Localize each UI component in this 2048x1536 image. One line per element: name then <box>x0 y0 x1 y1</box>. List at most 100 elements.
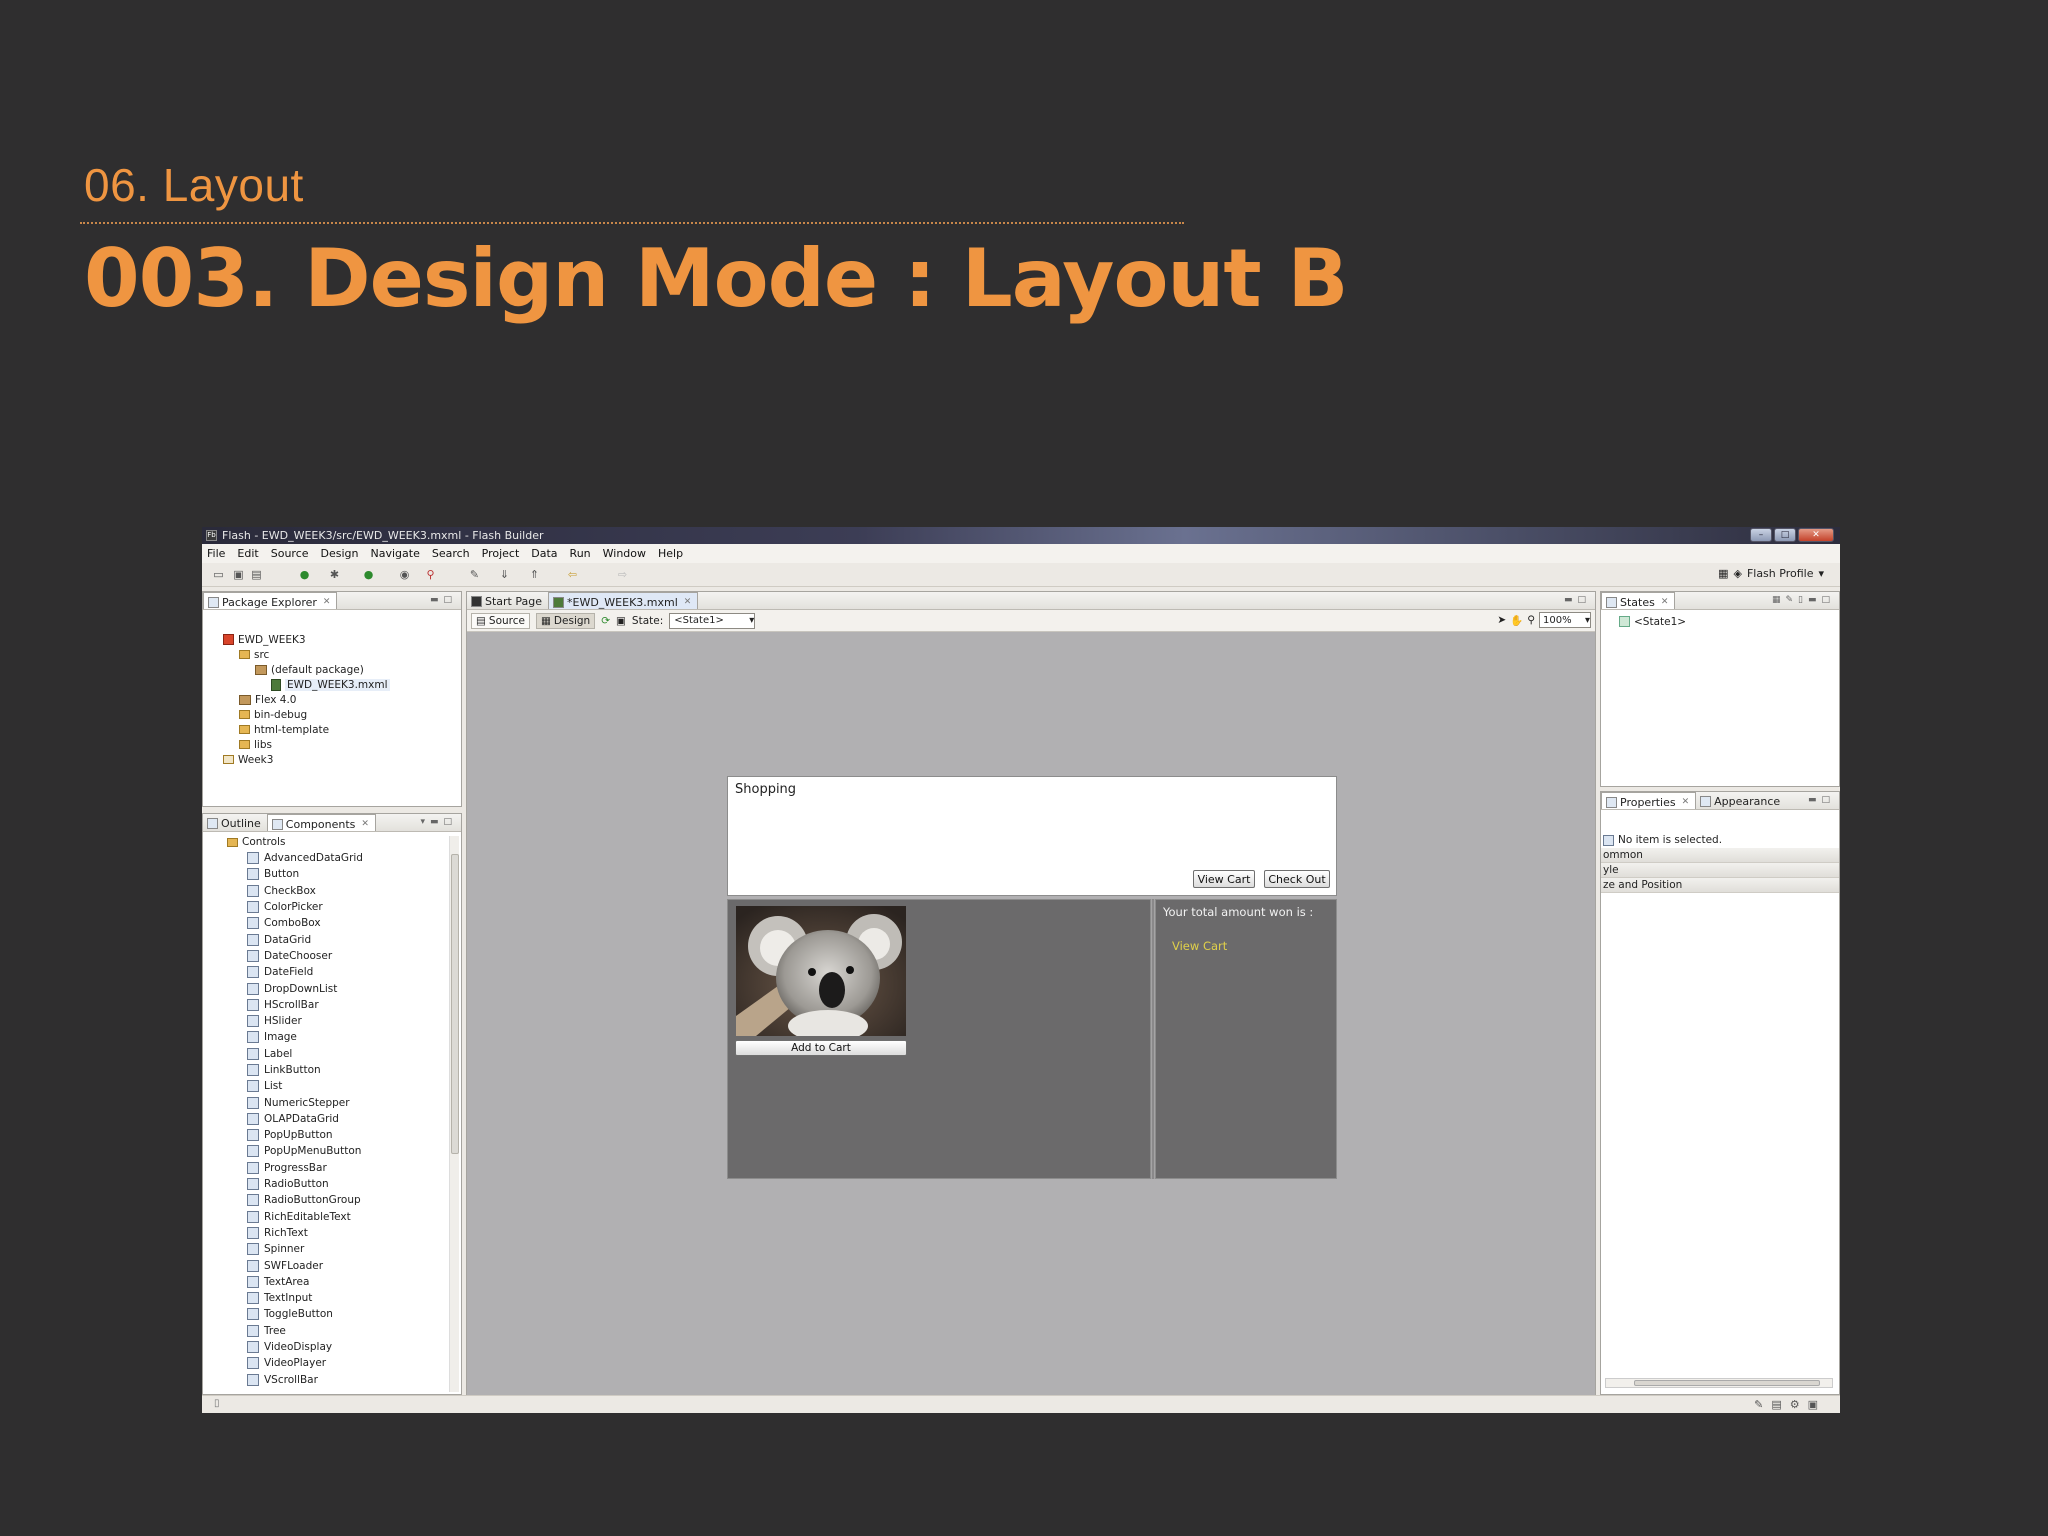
panel-minmax-controls[interactable]: ▬□ <box>430 595 457 605</box>
view-cart-link[interactable]: View Cart <box>1172 939 1227 953</box>
close-icon[interactable]: ✕ <box>361 819 369 829</box>
components-group-controls[interactable]: Controls <box>203 834 447 850</box>
section-size-and-position[interactable]: ze and Position <box>1601 878 1839 893</box>
tree-item[interactable]: src <box>203 647 461 662</box>
new-icon[interactable]: ▭ <box>212 568 225 581</box>
component-item[interactable]: DataGrid <box>203 931 447 947</box>
component-item[interactable]: HSlider <box>203 1013 447 1029</box>
cart-panel[interactable]: Your total amount won is : View Cart <box>1155 899 1337 1179</box>
component-item[interactable]: RadioButtonGroup <box>203 1192 447 1208</box>
section-style[interactable]: yle <box>1601 863 1839 878</box>
close-icon[interactable]: ✕ <box>1682 797 1690 807</box>
component-item[interactable]: SWFLoader <box>203 1257 447 1273</box>
tree-item[interactable]: html-template <box>203 722 461 737</box>
component-item[interactable]: DateField <box>203 964 447 980</box>
tab-package-explorer[interactable]: Package Explorer ✕ <box>203 592 338 609</box>
tree-item[interactable]: Week3 <box>203 752 461 767</box>
view-cart-button[interactable]: View Cart <box>1193 870 1255 888</box>
component-item[interactable]: DateChooser <box>203 948 447 964</box>
component-item[interactable]: Image <box>203 1029 447 1045</box>
source-mode-button[interactable]: ▤ Source <box>471 612 530 629</box>
back-icon[interactable]: ⇦ <box>566 568 579 581</box>
component-item[interactable]: VideoPlayer <box>203 1355 447 1371</box>
tab-appearance[interactable]: Appearance <box>1696 792 1786 809</box>
component-item[interactable]: TextInput <box>203 1290 447 1306</box>
select-tool-icon[interactable]: ➤ <box>1497 614 1506 626</box>
design-settings-icon[interactable]: ▣ <box>616 615 626 627</box>
check-out-button[interactable]: Check Out <box>1264 870 1330 888</box>
component-item[interactable]: PopUpButton <box>203 1127 447 1143</box>
state-item[interactable]: <State1> <box>1619 614 1839 629</box>
tree-item[interactable]: EWD_WEEK3 <box>203 632 461 647</box>
component-item[interactable]: List <box>203 1078 447 1094</box>
forward-icon[interactable]: ⇨ <box>616 568 629 581</box>
component-item[interactable]: AdvancedDataGrid <box>203 850 447 866</box>
state-select[interactable]: <State1> ▾ <box>669 612 756 629</box>
component-item[interactable]: TextArea <box>203 1274 447 1290</box>
properties-scrollbar[interactable] <box>1605 1378 1833 1388</box>
zoom-select[interactable]: 100% ▾ <box>1539 612 1591 628</box>
component-item[interactable]: Tree <box>203 1323 447 1339</box>
menu-edit[interactable]: Edit <box>237 547 258 560</box>
tab-states[interactable]: States ✕ <box>1601 592 1676 609</box>
components-scrollbar[interactable] <box>449 836 459 1392</box>
perspective-menu-icon[interactable]: ▾ <box>1818 567 1824 580</box>
profile-icon[interactable]: ● <box>362 568 375 581</box>
component-item[interactable]: Button <box>203 866 447 882</box>
panel-minmax-controls[interactable]: ▾▬□ <box>420 817 457 827</box>
export-icon[interactable]: ◉ <box>398 568 411 581</box>
component-item[interactable]: ToggleButton <box>203 1306 447 1322</box>
tab-properties[interactable]: Properties ✕ <box>1601 792 1697 809</box>
menu-window[interactable]: Window <box>603 547 646 560</box>
search-icon[interactable]: ⚲ <box>424 568 437 581</box>
component-item[interactable]: ProgressBar <box>203 1160 447 1176</box>
component-item[interactable]: VScrollBar <box>203 1372 447 1388</box>
panel-minmax-controls[interactable]: ▬□ <box>1808 795 1835 805</box>
tab-components[interactable]: Components ✕ <box>266 814 376 831</box>
component-item[interactable]: HScrollBar <box>203 997 447 1013</box>
perspective-switcher[interactable]: ▦ ◈ Flash Profile ▾ <box>1718 567 1824 580</box>
tree-item[interactable]: EWD_WEEK3.mxml <box>203 677 461 692</box>
menu-run[interactable]: Run <box>570 547 591 560</box>
menu-data[interactable]: Data <box>531 547 557 560</box>
shopping-header-panel[interactable]: Shopping View Cart Check Out <box>727 776 1337 896</box>
tree-item[interactable]: (default package) <box>203 662 461 677</box>
next-annotation-icon[interactable]: ⇓ <box>498 568 511 581</box>
close-icon[interactable]: ✕ <box>1661 597 1669 607</box>
component-item[interactable]: ComboBox <box>203 915 447 931</box>
run-icon[interactable]: ● <box>298 568 311 581</box>
maximize-button[interactable]: □ <box>1774 528 1796 542</box>
component-item[interactable]: OLAPDataGrid <box>203 1111 447 1127</box>
menu-file[interactable]: File <box>207 547 225 560</box>
edit-icon[interactable]: ✎ <box>468 568 481 581</box>
add-to-cart-button[interactable]: Add to Cart <box>735 1040 907 1056</box>
close-icon[interactable]: ✕ <box>684 597 692 607</box>
tab-start-page[interactable]: Start Page <box>467 592 548 609</box>
zoom-tool-icon[interactable]: ⚲ <box>1527 614 1535 626</box>
open-perspective-icon[interactable]: ▦ <box>1718 567 1728 580</box>
design-canvas[interactable]: Shopping View Cart Check Out Add to Cart… <box>467 632 1595 1412</box>
component-item[interactable]: NumericStepper <box>203 1094 447 1110</box>
menu-navigate[interactable]: Navigate <box>371 547 420 560</box>
menu-project[interactable]: Project <box>482 547 520 560</box>
component-item[interactable]: Label <box>203 1046 447 1062</box>
close-icon[interactable]: ✕ <box>323 597 331 607</box>
tab-ewd-week3-mxml[interactable]: *EWD_WEEK3.mxml ✕ <box>548 592 699 609</box>
editor-minmax-controls[interactable]: ▬□ <box>1564 595 1591 605</box>
menu-design[interactable]: Design <box>321 547 359 560</box>
component-item[interactable]: CheckBox <box>203 883 447 899</box>
print-icon[interactable]: ▤ <box>250 568 263 581</box>
menu-help[interactable]: Help <box>658 547 683 560</box>
component-item[interactable]: Spinner <box>203 1241 447 1257</box>
prev-annotation-icon[interactable]: ⇑ <box>528 568 541 581</box>
panel-minmax-controls[interactable]: ▦✎▯▬□ <box>1772 595 1835 605</box>
component-item[interactable]: LinkButton <box>203 1062 447 1078</box>
component-item[interactable]: ColorPicker <box>203 899 447 915</box>
component-item[interactable]: RichEditableText <box>203 1209 447 1225</box>
minimize-button[interactable]: – <box>1750 528 1772 542</box>
menu-source[interactable]: Source <box>271 547 309 560</box>
menu-search[interactable]: Search <box>432 547 470 560</box>
tree-item[interactable]: libs <box>203 737 461 752</box>
section-common[interactable]: ommon <box>1601 848 1839 863</box>
component-item[interactable]: VideoDisplay <box>203 1339 447 1355</box>
